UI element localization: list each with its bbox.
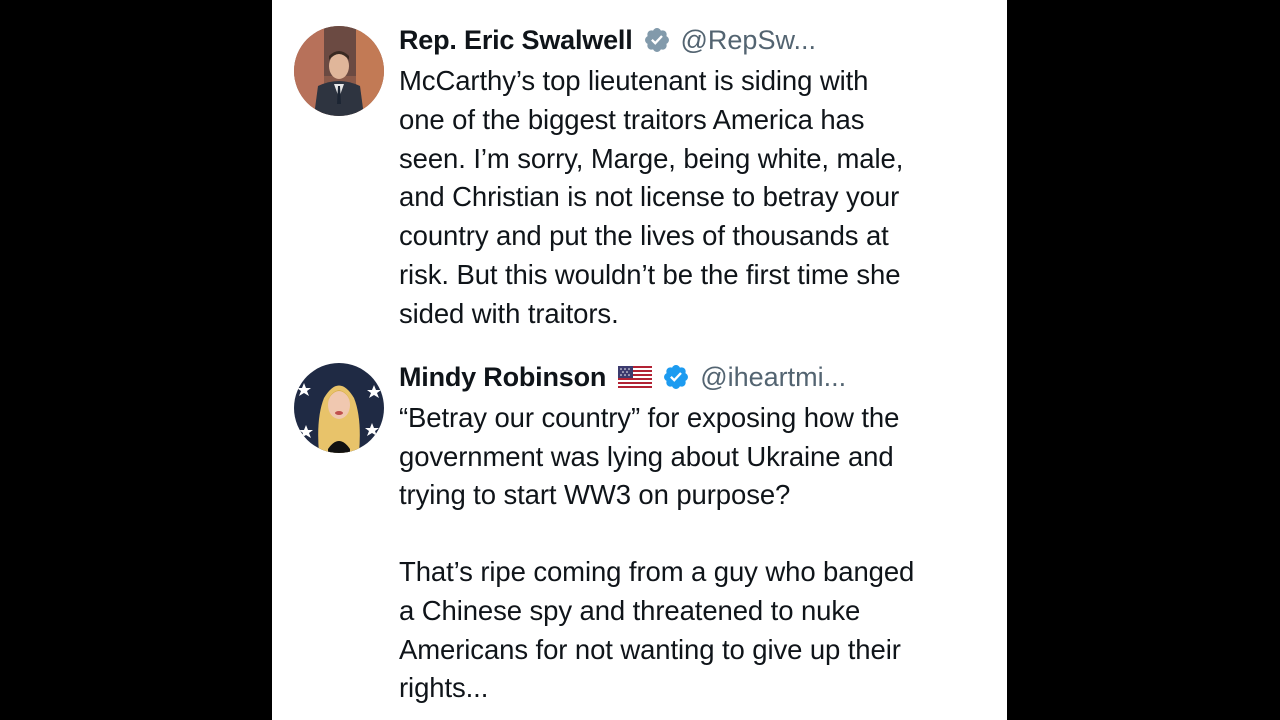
avatar-robinson[interactable] — [294, 363, 384, 453]
video-frame: Rep. Eric Swalwell @RepSw... McCarthy’s … — [0, 0, 1280, 720]
tweet-header: Rep. Eric Swalwell @RepSw... — [399, 20, 816, 60]
author-handle[interactable]: @RepSw... — [681, 20, 816, 60]
avatar-swalwell[interactable] — [294, 26, 384, 116]
author-name[interactable]: Rep. Eric Swalwell — [399, 20, 633, 60]
author-name[interactable]: Mindy Robinson — [399, 357, 606, 397]
avatar-image — [294, 26, 384, 116]
tweet-screenshot-panel: Rep. Eric Swalwell @RepSw... McCarthy’s … — [272, 0, 1007, 720]
us-flag-icon — [618, 366, 653, 388]
verified-badge-icon — [662, 363, 690, 391]
tweet-header: Mindy Robinson @iheartmi... — [399, 357, 846, 397]
author-handle[interactable]: @iheartmi... — [700, 357, 846, 397]
tweet-text: McCarthy’s top lieutenant is siding with… — [399, 65, 904, 329]
avatar-image — [294, 363, 384, 453]
verified-badge-icon — [643, 26, 671, 54]
tweet-text: “Betray our country” for exposing how th… — [399, 402, 915, 704]
